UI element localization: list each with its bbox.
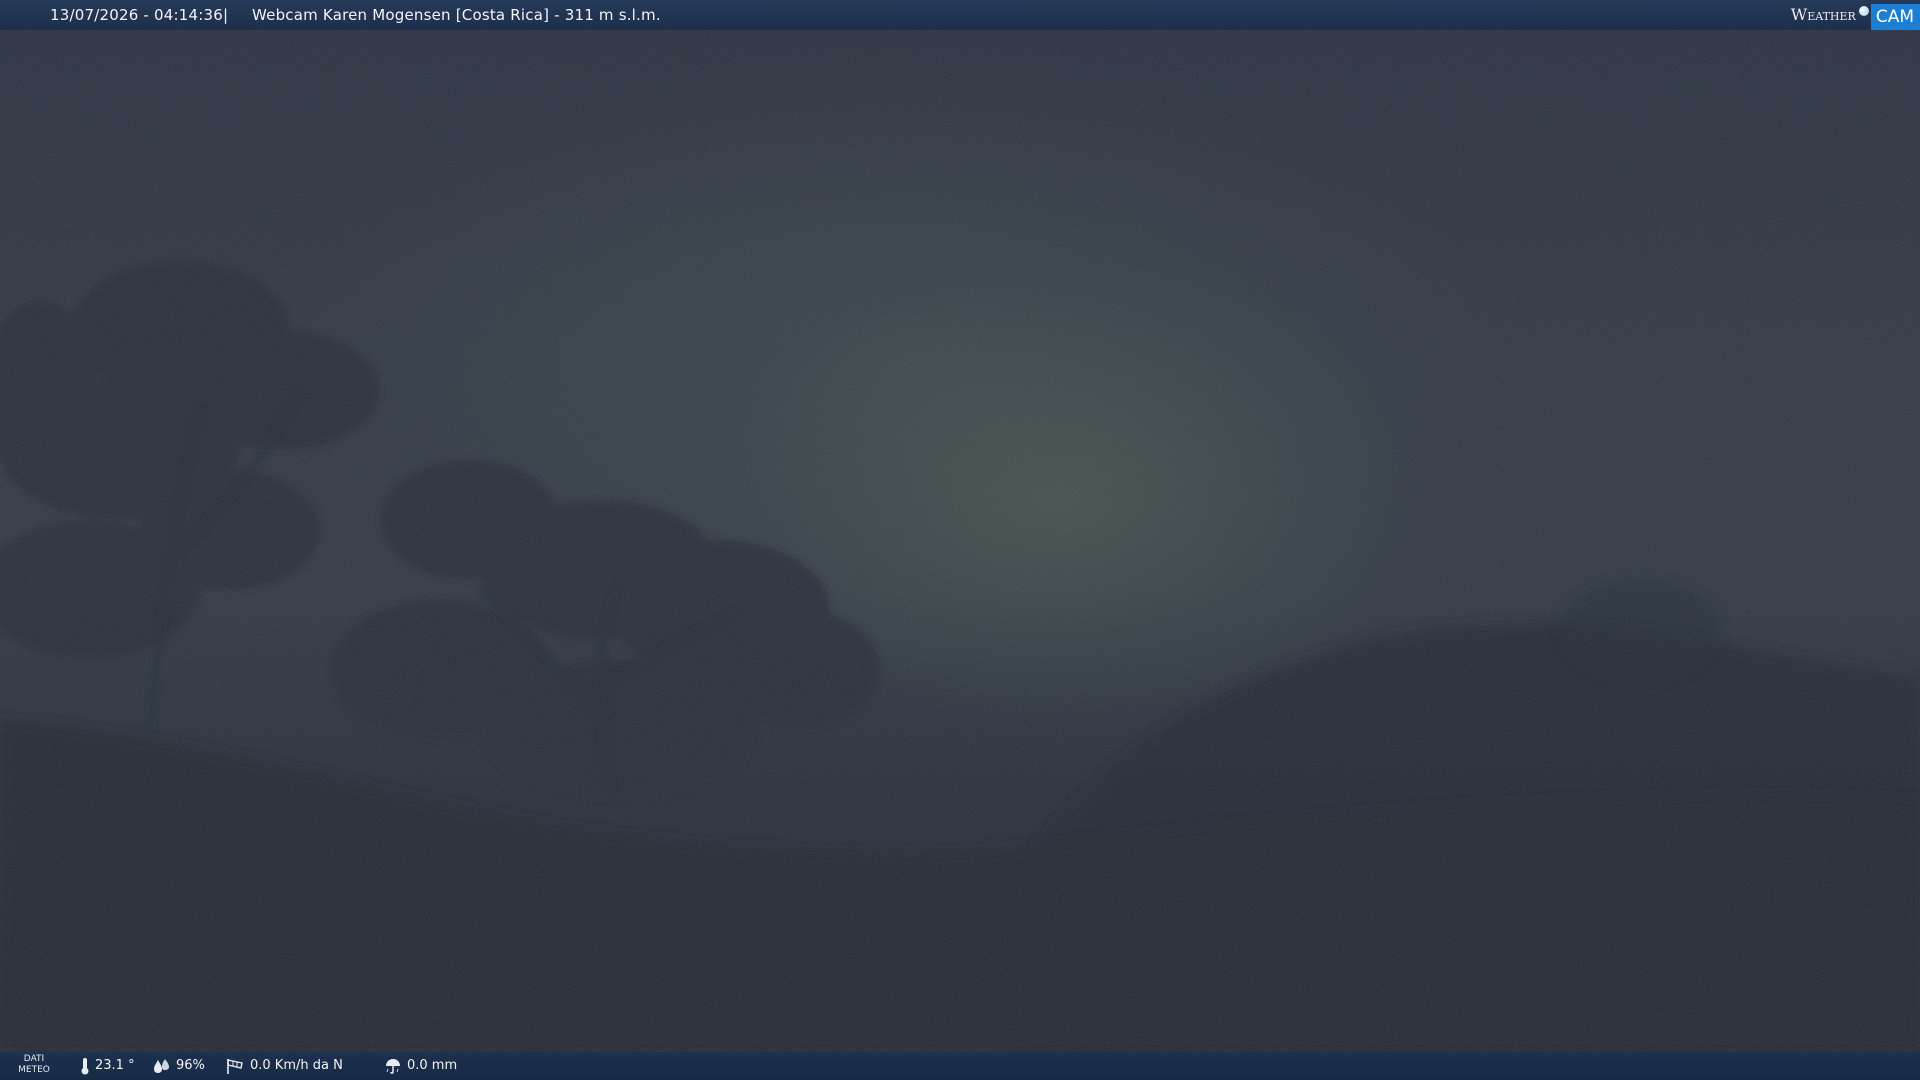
humidity-value: 96% [176,1058,205,1073]
rain-reading: 0.0 mm [384,1052,457,1080]
wind-value: 0.0 Km/h da N [250,1058,343,1073]
top-info-bar: 13/07/2026 - 04:14:36 | Webcam Karen Mog… [0,0,1920,30]
title-separator: | [223,6,229,24]
weather-data-label: DATI METEO [14,1054,54,1076]
temperature-reading: 23.1 ° [80,1052,135,1080]
temperature-value: 23.1 ° [95,1058,135,1073]
brand-cam-text: CAM [1870,4,1920,30]
wind-reading: 0.0 Km/h da N [225,1052,343,1080]
wind-sock-icon [227,1059,243,1074]
weather-data-label-line2: METEO [18,1065,50,1075]
humidity-drops-icon [154,1059,169,1073]
weather-data-label-line1: DATI [23,1054,45,1064]
weathercam-logo: Weather CAM [1791,0,1920,30]
rain-value: 0.0 mm [407,1058,458,1073]
weather-data-bar: DATI METEO 23.1 ° 96% 0.0 Km/h da N 0.0 … [0,1052,1920,1080]
humidity-reading: 96% [153,1052,205,1080]
brand-weather-text: Weather [1790,5,1856,24]
thermometer-icon [81,1058,89,1075]
night-landscape-silhouette [0,30,1920,1052]
rain-umbrella-icon [386,1059,400,1074]
capture-timestamp: 13/07/2026 - 04:14:36 [50,6,223,24]
webcam-frame: 13/07/2026 - 04:14:36 | Webcam Karen Mog… [0,0,1920,1080]
brand-sun-icon [1858,6,1869,16]
sensor-noise [0,30,1920,1052]
webcam-image [0,30,1920,1052]
webcam-title: Webcam Karen Mogensen [Costa Rica] - 311… [252,6,661,24]
